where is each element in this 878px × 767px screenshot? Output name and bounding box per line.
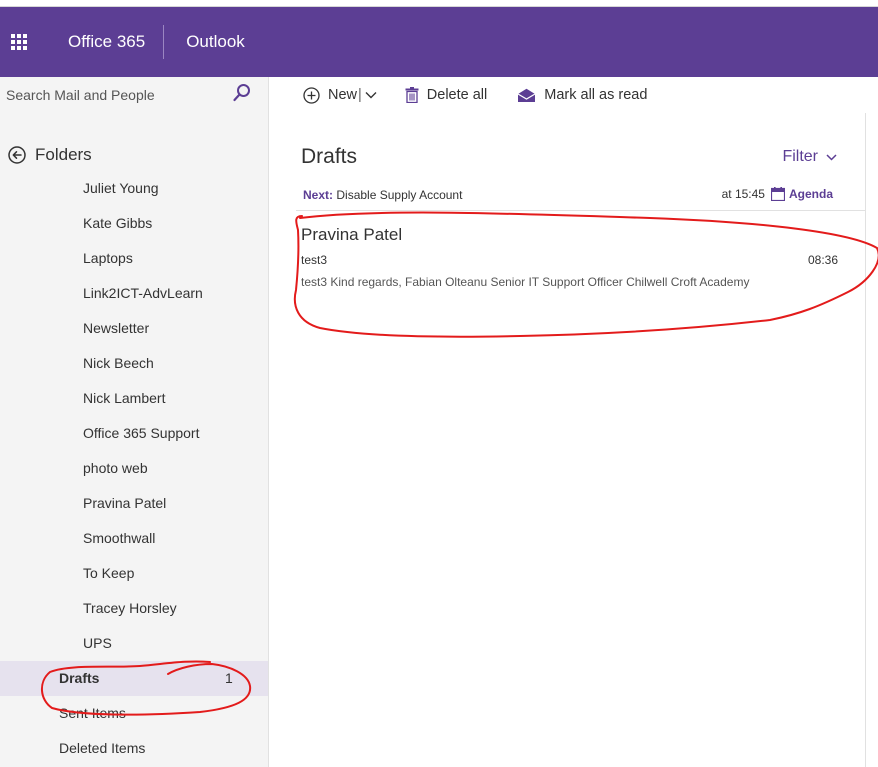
message-sender: Pravina Patel <box>301 225 403 244</box>
next-label: Next: <box>303 188 334 202</box>
waffle-icon <box>11 34 27 50</box>
mark-all-read-label: Mark all as read <box>544 87 648 103</box>
message-subject: test3 <box>301 253 328 267</box>
folder-item-to-keep[interactable]: To Keep <box>0 556 268 591</box>
trash-icon <box>405 87 419 103</box>
folders-label: Folders <box>35 145 92 164</box>
folder-drafts-label: Drafts <box>59 670 100 686</box>
delete-all-button[interactable]: Delete all <box>405 87 487 103</box>
next-event-time: at 15:45 <box>721 187 765 201</box>
folder-item-nick-beech[interactable]: Nick Beech <box>0 346 268 381</box>
agenda-label: Agenda <box>788 187 833 201</box>
folder-item-office-365-support[interactable]: Office 365 Support <box>0 416 268 451</box>
folder-item-deleted-items[interactable]: Deleted Items <box>0 731 268 766</box>
next-event[interactable]: Next: Disable Supply Account <box>303 188 462 202</box>
new-split-divider: | <box>358 87 362 103</box>
folder-item-nick-lambert[interactable]: Nick Lambert <box>0 381 268 416</box>
suite-header: Office 365 Outlook <box>0 7 878 77</box>
open-envelope-icon <box>517 88 536 103</box>
message-preview: test3 Kind regards, Fabian Olteanu Senio… <box>301 275 750 289</box>
chevron-down-icon <box>826 153 837 161</box>
new-button[interactable]: New | <box>303 86 377 104</box>
folder-item-pravina-patel[interactable]: Pravina Patel <box>0 486 268 521</box>
folder-item-juliet-young[interactable]: Juliet Young <box>0 171 268 206</box>
message-item[interactable]: Pravina Patel test3 08:36 test3 Kind reg… <box>296 215 865 299</box>
back-arrow-icon[interactable] <box>8 146 26 164</box>
folder-list: Juliet Young Kate Gibbs Laptops Link2ICT… <box>0 171 268 766</box>
app-launcher-icon[interactable] <box>0 7 38 77</box>
new-button-label: New <box>328 87 358 103</box>
folder-item-laptops[interactable]: Laptops <box>0 241 268 276</box>
search-bar <box>0 77 268 113</box>
suite-title[interactable]: Office 365 <box>38 25 163 59</box>
filter-label: Filter <box>782 148 818 165</box>
folders-header[interactable]: Folders <box>8 145 92 165</box>
next-event-title: Disable Supply Account <box>336 188 463 202</box>
folder-item-smoothwall[interactable]: Smoothwall <box>0 521 268 556</box>
message-list-pane: Drafts Filter Next: Disable Supply Accou… <box>269 113 866 767</box>
main-pane: New | Delete all Mark all as read Drafts… <box>269 77 878 767</box>
delete-all-label: Delete all <box>426 87 488 103</box>
chevron-down-icon[interactable] <box>365 91 377 99</box>
mark-all-read-button[interactable]: Mark all as read <box>517 87 647 103</box>
folder-title: Drafts <box>301 145 358 168</box>
command-toolbar: New | Delete all Mark all as read <box>269 77 878 113</box>
filter-button[interactable]: Filter <box>782 148 837 166</box>
app-title[interactable]: Outlook <box>164 32 245 52</box>
drafts-count-badge: 1 <box>225 670 233 686</box>
navigation-pane: Folders Juliet Young Kate Gibbs Laptops … <box>0 77 269 767</box>
folder-item-link2ict-advlearn[interactable]: Link2ICT-AdvLearn <box>0 276 268 311</box>
search-icon[interactable] <box>232 83 252 108</box>
folder-item-photo-web[interactable]: photo web <box>0 451 268 486</box>
folder-item-drafts[interactable]: Drafts 1 <box>0 661 268 696</box>
folder-item-newsletter[interactable]: Newsletter <box>0 311 268 346</box>
agenda-link[interactable]: at 15:45 Agenda <box>722 187 833 201</box>
plus-circle-icon <box>303 86 320 104</box>
folder-item-ups[interactable]: UPS <box>0 626 268 661</box>
folder-item-kate-gibbs[interactable]: Kate Gibbs <box>0 206 268 241</box>
window-top-edge <box>0 0 878 7</box>
message-time: 08:36 <box>807 253 838 267</box>
folder-item-tracey-horsley[interactable]: Tracey Horsley <box>0 591 268 626</box>
calendar-icon <box>770 187 785 201</box>
search-input[interactable] <box>0 80 226 110</box>
list-divider <box>296 210 865 211</box>
folder-item-sent-items[interactable]: Sent Items <box>0 696 268 731</box>
